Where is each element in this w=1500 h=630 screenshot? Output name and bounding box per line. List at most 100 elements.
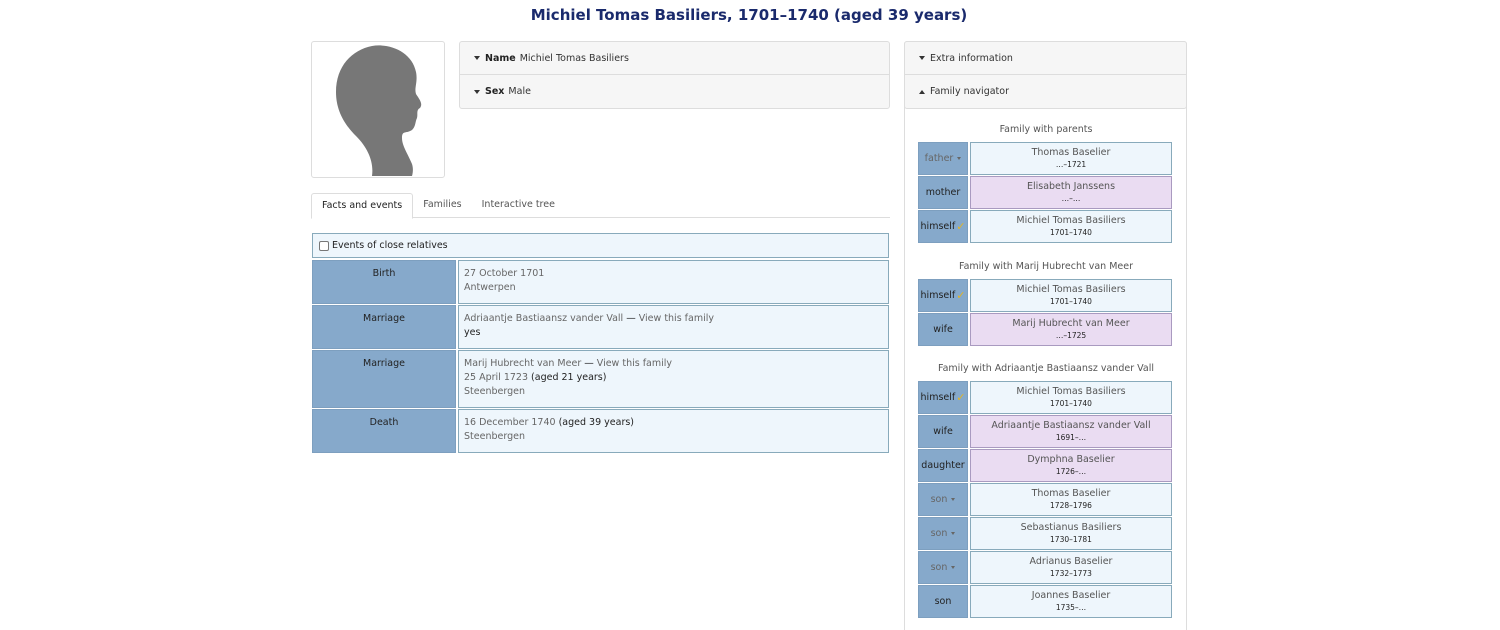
- role-label: mother: [925, 187, 961, 198]
- extra-information-toggle[interactable]: Extra information: [905, 42, 1186, 75]
- person-card[interactable]: Sebastianus Basiliers 1730–1781: [970, 517, 1172, 550]
- role-label: wife: [933, 426, 953, 437]
- person-card[interactable]: Thomas Baselier …–1721: [970, 142, 1172, 175]
- role-label: father: [924, 153, 954, 164]
- event-details: 27 October 1701 Antwerpen: [458, 260, 889, 304]
- family-navigator-label: Family navigator: [930, 86, 1009, 97]
- caret-down-icon: [919, 56, 925, 60]
- family-navigator-toggle[interactable]: Family navigator: [905, 75, 1186, 108]
- family-title: Family with parents: [999, 124, 1093, 135]
- role-son: son: [918, 585, 968, 618]
- event-label: Marriage: [312, 350, 456, 408]
- event-row-marriage: Marriage Marij Hubrecht van Meer — View …: [312, 350, 889, 408]
- tab-interactive-tree[interactable]: Interactive tree: [472, 193, 565, 218]
- person-card[interactable]: Dymphna Baselier 1726–…: [970, 449, 1172, 482]
- family-member-row: wife Adriaantje Bastiaansz vander Vall 16…: [918, 415, 1172, 448]
- family-member-row: daughter Dymphna Baselier 1726–…: [918, 449, 1172, 482]
- event-label: Death: [312, 409, 456, 453]
- name-row[interactable]: Name Michiel Tomas Basiliers: [460, 42, 889, 75]
- person-name: Thomas Baselier: [1031, 147, 1111, 158]
- person-photo[interactable]: [311, 41, 445, 178]
- role-son[interactable]: son: [918, 483, 968, 516]
- person-name: Michiel Tomas Basiliers: [1016, 284, 1126, 295]
- spouse-link[interactable]: Marij Hubrecht van Meer: [464, 358, 581, 369]
- event-date: 16 December 1740: [464, 417, 556, 428]
- event-details: 16 December 1740 (aged 39 years) Steenbe…: [458, 409, 889, 453]
- person-card[interactable]: Elisabeth Janssens …–…: [970, 176, 1172, 209]
- separator: —: [623, 313, 639, 324]
- person-card[interactable]: Joannes Baselier 1735–…: [970, 585, 1172, 618]
- event-place[interactable]: Steenbergen: [464, 430, 883, 444]
- spouse-link[interactable]: Adriaantje Bastiaansz vander Vall: [464, 313, 623, 324]
- tab-families[interactable]: Families: [413, 193, 471, 218]
- separator: —: [581, 358, 597, 369]
- person-card[interactable]: Thomas Baselier 1728–1796: [970, 483, 1172, 516]
- dropdown-caret-icon: [951, 532, 956, 535]
- family-member-row: son Joannes Baselier 1735–…: [918, 585, 1172, 618]
- person-dates: 1726–…: [1055, 467, 1087, 476]
- family-member-row: himself ✓ Michiel Tomas Basiliers 1701–174…: [918, 381, 1172, 414]
- view-family-link[interactable]: View this family: [639, 313, 714, 324]
- role-label: himself: [920, 392, 956, 403]
- person-name: Thomas Baselier: [1031, 488, 1111, 499]
- person-card[interactable]: Marij Hubrecht van Meer …–1725: [970, 313, 1172, 346]
- role-label: himself: [920, 290, 956, 301]
- person-card[interactable]: Adriaantje Bastiaansz vander Vall 1691–…: [970, 415, 1172, 448]
- event-details: Marij Hubrecht van Meer — View this fami…: [458, 350, 889, 408]
- event-details: Adriaantje Bastiaansz vander Vall — View…: [458, 305, 889, 349]
- close-relatives-label: Events of close relatives: [332, 240, 448, 251]
- view-family-link[interactable]: View this family: [597, 358, 672, 369]
- caret-down-icon: [474, 56, 480, 60]
- person-name: Joannes Baselier: [1031, 590, 1111, 601]
- close-relatives-row: Events of close relatives: [312, 233, 889, 258]
- sex-row[interactable]: Sex Male: [460, 75, 889, 108]
- summary-panel: Name Michiel Tomas Basiliers Sex Male: [459, 41, 890, 109]
- role-wife: wife: [918, 313, 968, 346]
- event-place[interactable]: Antwerpen: [464, 281, 883, 295]
- family-member-row: son Thomas Baselier 1728–1796: [918, 483, 1172, 516]
- tab-facts-and-events[interactable]: Facts and events: [311, 193, 414, 219]
- dropdown-caret-icon: [951, 498, 956, 501]
- person-name: Adriaantje Bastiaansz vander Vall: [991, 420, 1151, 431]
- person-dates: 1732–1773: [1050, 569, 1092, 578]
- person-card[interactable]: Michiel Tomas Basiliers 1701–1740: [970, 279, 1172, 312]
- role-father[interactable]: father: [918, 142, 968, 175]
- family-member-row: himself ✓ Michiel Tomas Basiliers 1701–174…: [918, 210, 1172, 243]
- role-label: son: [934, 596, 952, 607]
- dropdown-caret-icon: [957, 157, 962, 160]
- event-row-marriage: Marriage Adriaantje Bastiaansz vander Va…: [312, 305, 889, 349]
- extra-information-label: Extra information: [930, 52, 1013, 64]
- family-member-row: wife Marij Hubrecht van Meer …–1725: [918, 313, 1172, 346]
- person-name: Adrianus Baselier: [1029, 556, 1113, 567]
- person-dates: 1730–1781: [1050, 535, 1092, 544]
- family-title: Family with Marij Hubrecht van Meer: [959, 261, 1133, 272]
- person-dates: 1728–1796: [1050, 501, 1092, 510]
- event-label: Birth: [312, 260, 456, 304]
- close-relatives-checkbox[interactable]: [319, 240, 329, 251]
- person-name: Marij Hubrecht van Meer: [1012, 318, 1130, 329]
- role-son[interactable]: son: [918, 551, 968, 584]
- event-age: (aged 21 years): [528, 372, 607, 383]
- role-label: son: [930, 562, 948, 573]
- family-title: Family with Adriaantje Bastiaansz vander…: [938, 363, 1154, 374]
- person-card[interactable]: Adrianus Baselier 1732–1773: [970, 551, 1172, 584]
- side-accordion: Extra information Family navigator: [904, 41, 1187, 109]
- caret-down-icon: [474, 89, 480, 94]
- event-row-birth: Birth 27 October 1701 Antwerpen: [312, 260, 889, 304]
- person-name: Michiel Tomas Basiliers: [1016, 215, 1126, 226]
- event-age: (aged 39 years): [555, 417, 635, 428]
- person-card[interactable]: Michiel Tomas Basiliers 1701–1740: [970, 210, 1172, 243]
- person-dates: …–1721: [1055, 160, 1087, 169]
- role-son[interactable]: son: [918, 517, 968, 550]
- dropdown-caret-icon: [951, 566, 956, 569]
- event-date: 25 April 1723: [464, 372, 529, 383]
- family-member-row: son Adrianus Baselier 1732–1773: [918, 551, 1172, 584]
- event-place[interactable]: Steenbergen: [464, 385, 883, 399]
- person-card[interactable]: Michiel Tomas Basiliers 1701–1740: [970, 381, 1172, 414]
- role-himself: himself ✓: [918, 381, 968, 414]
- role-label: son: [930, 494, 948, 505]
- role-daughter: daughter: [918, 449, 968, 482]
- checkmark-icon: ✓: [956, 289, 966, 302]
- sex-label: Sex: [485, 86, 505, 97]
- name-value: Michiel Tomas Basiliers: [519, 52, 629, 64]
